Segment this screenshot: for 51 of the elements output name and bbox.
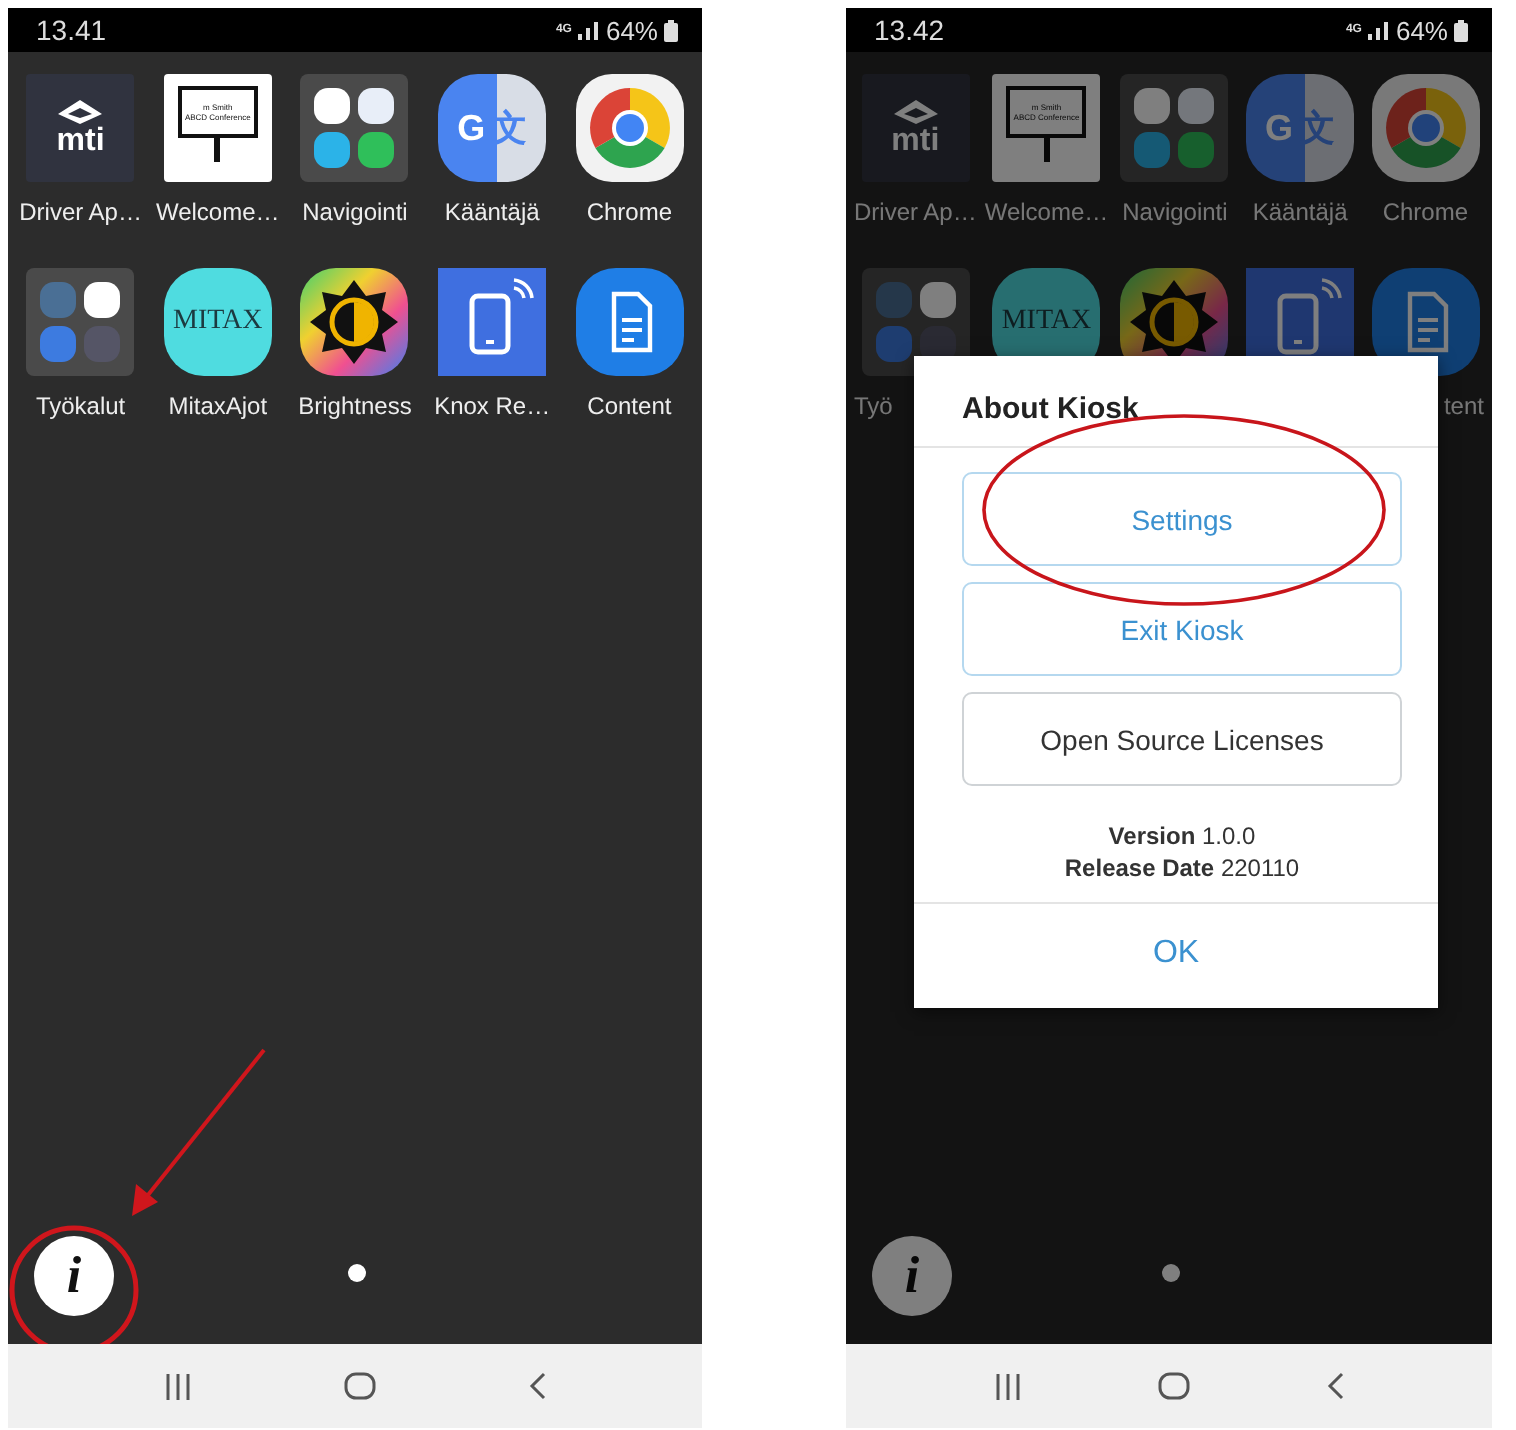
- signal-icon: [1367, 21, 1390, 39]
- app-label: Driver Ap…: [17, 198, 144, 226]
- info-button[interactable]: i: [34, 1236, 114, 1316]
- ok-button[interactable]: OK: [914, 902, 1438, 1008]
- app-label: Chrome: [1380, 198, 1471, 226]
- app-label: Työ: [852, 392, 895, 420]
- folder-icon[interactable]: [300, 74, 409, 182]
- status-time: 13.42: [874, 14, 945, 46]
- app-icon[interactable]: [575, 268, 684, 376]
- home-icon[interactable]: [344, 1372, 376, 1400]
- app-icon[interactable]: [300, 268, 409, 376]
- app-label: Welcome…: [153, 198, 282, 226]
- folder-icon[interactable]: [861, 268, 970, 376]
- recent-apps-icon[interactable]: [164, 1373, 192, 1399]
- dialog-button[interactable]: Settings: [962, 472, 1402, 566]
- app-label: Knox Re…: [432, 392, 553, 420]
- app-label: Kääntäjä: [1250, 198, 1350, 226]
- app-label: MitaxAjot: [166, 392, 270, 420]
- home-icon[interactable]: [1158, 1372, 1190, 1400]
- recent-apps-icon[interactable]: [994, 1373, 1022, 1399]
- app-label: Kääntäjä: [442, 198, 542, 226]
- back-icon[interactable]: [1326, 1372, 1344, 1400]
- page-indicator-icon: [347, 1264, 365, 1282]
- app-icon[interactable]: mti: [26, 74, 135, 182]
- battery-icon: [664, 19, 678, 41]
- version-info: Version 1.0.0: [1108, 822, 1256, 850]
- app-icon[interactable]: [575, 74, 684, 182]
- signal-icon: [577, 21, 600, 39]
- battery-percent: 64%: [1395, 15, 1448, 45]
- app-label: tent: [1441, 392, 1486, 420]
- version-info: Release Date 220110: [1064, 854, 1300, 882]
- app-label: Navigointi: [1120, 198, 1230, 226]
- page-indicator-icon: [1161, 1264, 1179, 1282]
- app-label: Content: [585, 392, 674, 420]
- app-label: Welcome…: [982, 198, 1111, 226]
- status-time: 13.41: [36, 14, 107, 46]
- app-icon[interactable]: MITAX: [163, 268, 272, 376]
- battery-percent: 64%: [605, 15, 658, 45]
- info-button[interactable]: i: [872, 1236, 952, 1316]
- app-label: Brightness: [296, 392, 414, 420]
- app-label: Driver Ap…: [852, 198, 979, 226]
- back-icon[interactable]: [528, 1372, 546, 1400]
- app-label: Navigointi: [300, 198, 410, 226]
- dialog-title: About Kiosk: [914, 356, 1438, 448]
- app-icon[interactable]: mti: [861, 74, 970, 182]
- app-label: Työkalut: [33, 392, 128, 420]
- dialog-button[interactable]: Open Source Licenses: [962, 692, 1402, 786]
- dialog-button[interactable]: Exit Kiosk: [962, 582, 1402, 676]
- battery-icon: [1454, 19, 1468, 41]
- folder-icon[interactable]: [26, 268, 135, 376]
- app-label: Chrome: [584, 198, 675, 226]
